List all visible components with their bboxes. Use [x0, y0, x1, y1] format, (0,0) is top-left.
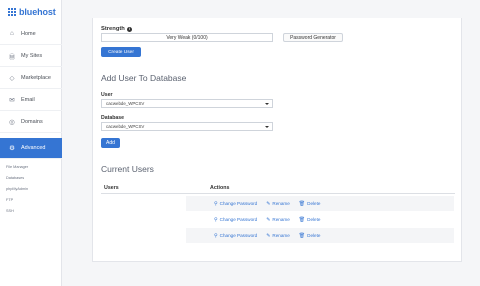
database-select-value: cacwebde_WPCSV [106, 124, 145, 129]
action-label: Rename [272, 217, 290, 222]
sidebar-item-label: Home [21, 30, 36, 37]
add-user-title: Add User To Database [101, 73, 187, 83]
wordpress-icon: Ⓦ [8, 53, 16, 61]
sidebar-item-label: Email [21, 96, 35, 103]
database-select[interactable]: cacwebde_WPCSV [101, 122, 273, 131]
home-icon: ⌂ [10, 30, 14, 37]
pencil-icon: ✎ [266, 232, 271, 239]
logo-grid-icon [8, 8, 16, 16]
sidebar-item-my-sites[interactable]: Ⓦ My Sites [0, 45, 62, 67]
info-icon[interactable]: i [126, 26, 132, 32]
logo-text: bluehost [19, 7, 56, 17]
pencil-icon: ✎ [266, 200, 271, 207]
chevron-down-icon [265, 102, 269, 105]
users-table-header: Users Actions [101, 184, 455, 194]
subnav-item-databases[interactable]: Databases [0, 172, 62, 183]
sidebar-item-marketplace[interactable]: ◇ Marketplace [0, 67, 62, 89]
action-label: Change Password [219, 217, 258, 222]
sidebar-item-domains[interactable]: ◎ Domains [0, 111, 62, 133]
gear-icon: ⚙ [9, 145, 15, 152]
password-strength-meter: Very Weak (0/100) [101, 33, 273, 42]
advanced-subnav: File Manager Databases phpMyAdmin FTP SS… [0, 161, 62, 216]
action-label: Rename [272, 233, 290, 238]
column-header-actions: Actions [210, 185, 230, 191]
sidebar-item-label: Marketplace [21, 74, 51, 81]
sidebar-item-email[interactable]: ✉ Email [0, 89, 62, 111]
rename-link[interactable]: ✎ Rename [266, 217, 290, 223]
key-icon: ⚲ [214, 200, 218, 207]
sidebar-nav: ⌂ Home Ⓦ My Sites ◇ Marketplace ✉ Email … [0, 23, 62, 159]
user-select[interactable]: cacwebde_WPCSV [101, 99, 273, 108]
database-label: Database [101, 115, 125, 121]
globe-icon: ◎ [9, 118, 15, 126]
create-user-button[interactable]: Create User [101, 47, 141, 57]
table-row: ⚲ Change Password ✎ Rename 🗑 Delete [186, 228, 454, 243]
change-password-link[interactable]: ⚲ Change Password [214, 233, 257, 239]
action-label: Delete [307, 201, 321, 206]
action-label: Delete [307, 233, 321, 238]
subnav-item-phpmyadmin[interactable]: phpMyAdmin [0, 183, 62, 194]
action-label: Change Password [219, 233, 258, 238]
delete-link[interactable]: 🗑 Delete [299, 217, 321, 223]
mail-icon: ✉ [9, 96, 15, 104]
subnav-item-ssh[interactable]: SSH [0, 205, 62, 216]
table-row: ⚲ Change Password ✎ Rename 🗑 Delete [186, 196, 454, 211]
bluehost-logo[interactable]: bluehost [8, 6, 56, 18]
user-select-value: cacwebde_WPCSV [106, 101, 145, 106]
rename-link[interactable]: ✎ Rename [266, 201, 290, 207]
sidebar-scrollbar[interactable] [63, 0, 68, 286]
action-label: Rename [272, 201, 290, 206]
column-header-users: Users [104, 185, 119, 191]
trash-icon: 🗑 [298, 232, 306, 239]
mysql-users-panel: Strength i Very Weak (0/100) Password Ge… [92, 18, 462, 262]
chevron-down-icon [265, 125, 269, 128]
trash-icon: 🗑 [298, 216, 306, 223]
current-users-title: Current Users [101, 164, 154, 174]
pencil-icon: ✎ [266, 216, 271, 223]
strength-label: Strength i [101, 26, 132, 32]
sidebar-item-label: Advanced [21, 145, 46, 151]
sidebar-item-label: Domains [21, 118, 43, 125]
key-icon: ⚲ [214, 216, 218, 223]
delete-link[interactable]: 🗑 Delete [299, 233, 321, 239]
sidebar-item-home[interactable]: ⌂ Home [0, 23, 62, 45]
password-generator-button[interactable]: Password Generator [283, 33, 343, 42]
sidebar-item-advanced[interactable]: ⚙ Advanced [0, 138, 62, 159]
key-icon: ⚲ [214, 232, 218, 239]
tag-icon: ◇ [9, 74, 15, 82]
subnav-item-file-manager[interactable]: File Manager [0, 161, 62, 172]
action-label: Delete [307, 217, 321, 222]
change-password-link[interactable]: ⚲ Change Password [214, 201, 257, 207]
table-row: ⚲ Change Password ✎ Rename 🗑 Delete [186, 212, 454, 227]
user-label: User [101, 92, 113, 98]
sidebar-item-label: My Sites [21, 52, 43, 59]
strength-label-text: Strength [101, 26, 125, 32]
trash-icon: 🗑 [298, 200, 306, 207]
add-user-to-database-button[interactable]: Add [101, 138, 120, 148]
sidebar: bluehost ⌂ Home Ⓦ My Sites ◇ Marketplace… [0, 0, 62, 286]
subnav-item-ftp[interactable]: FTP [0, 194, 62, 205]
change-password-link[interactable]: ⚲ Change Password [214, 217, 257, 223]
delete-link[interactable]: 🗑 Delete [299, 201, 321, 207]
rename-link[interactable]: ✎ Rename [266, 233, 290, 239]
action-label: Change Password [219, 201, 258, 206]
